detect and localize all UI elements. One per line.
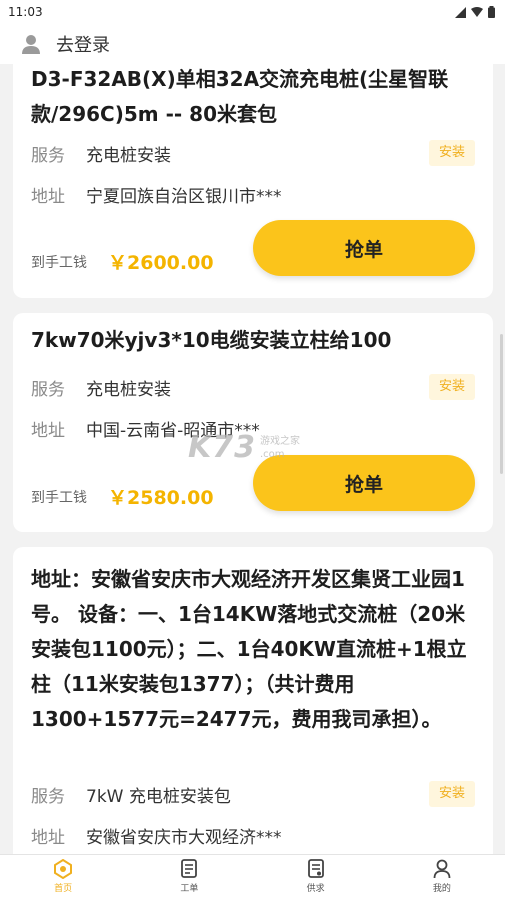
grab-order-button[interactable]: 抢单 <box>253 455 475 511</box>
service-value: 充电桩安装 <box>86 379 171 400</box>
status-icons <box>455 6 495 18</box>
service-row: 服务 充电桩安装 <box>31 138 475 168</box>
wage-label: 到手工钱 <box>31 255 87 271</box>
service-row: 服务 充电桩安装 <box>31 372 475 402</box>
signal-icon <box>455 6 466 18</box>
status-bar: 11:03 <box>0 0 505 24</box>
tab-bar: 首页 工单 供求 我的 <box>0 854 505 898</box>
install-tag: 安装 <box>428 140 475 166</box>
order-card[interactable]: 地址：安徽省安庆市大观经济开发区集贤工业园1号。 设备：一、1台14KW落地式交… <box>13 547 493 854</box>
tab-label: 我的 <box>432 884 451 894</box>
status-time: 11:03 <box>8 5 43 19</box>
battery-icon <box>488 6 495 18</box>
wifi-icon <box>471 7 483 17</box>
order-title: D3-F32AB(X)单相32A交流充电桩(尘星智联款/296C)5m -- 8… <box>31 67 449 126</box>
address-value: 安徽省安庆市大观经济*** <box>86 827 282 848</box>
tab-label: 工单 <box>180 884 199 894</box>
scrollbar[interactable] <box>500 334 503 474</box>
order-card[interactable]: D3-F32AB(X)单相32A交流充电桩(尘星智联款/296C)5m -- 8… <box>13 64 493 298</box>
header: 去登录 <box>0 24 505 64</box>
tab-supply-demand[interactable]: 供求 <box>253 855 379 898</box>
wage-value: ￥2600.00 <box>108 252 214 274</box>
avatar-icon[interactable] <box>20 33 42 55</box>
install-tag: 安装 <box>428 781 475 807</box>
work-order-icon <box>181 859 198 878</box>
address-label: 地址 <box>31 420 65 441</box>
service-value: 7kW 充电桩安装包 <box>86 786 231 807</box>
supply-demand-icon <box>307 859 324 878</box>
tab-profile[interactable]: 我的 <box>379 855 505 898</box>
order-list[interactable]: D3-F32AB(X)单相32A交流充电桩(尘星智联款/296C)5m -- 8… <box>0 64 505 854</box>
address-row: 地址 宁夏回族自治区银川市*** <box>31 179 475 209</box>
login-link[interactable]: 去登录 <box>56 31 110 57</box>
order-card[interactable]: 7kw70米yjv3*10电缆安装立柱给100 服务 充电桩安装 安装 地址 中… <box>13 313 493 532</box>
home-icon <box>54 859 73 879</box>
address-label: 地址 <box>31 827 65 848</box>
tab-work-order[interactable]: 工单 <box>126 855 252 898</box>
service-label: 服务 <box>31 786 65 807</box>
order-title: 地址：安徽省安庆市大观经济开发区集贤工业园1号。 设备：一、1台14KW落地式交… <box>31 567 467 731</box>
service-row: 服务 7kW 充电桩安装包 <box>31 779 475 809</box>
tab-home[interactable]: 首页 <box>0 855 126 898</box>
wage-value: ￥2580.00 <box>108 487 214 509</box>
address-row: 地址 中国-云南省-昭通市*** <box>31 413 475 443</box>
wage-label: 到手工钱 <box>31 490 87 506</box>
service-label: 服务 <box>31 145 65 166</box>
install-tag: 安装 <box>428 374 475 400</box>
tab-label: 供求 <box>306 884 325 894</box>
address-value: 中国-云南省-昭通市*** <box>86 420 260 441</box>
service-label: 服务 <box>31 379 65 400</box>
profile-icon <box>433 859 451 879</box>
address-row: 地址 安徽省安庆市大观经济*** <box>31 820 475 850</box>
address-label: 地址 <box>31 186 65 207</box>
address-value: 宁夏回族自治区银川市*** <box>86 186 282 207</box>
grab-order-button[interactable]: 抢单 <box>253 220 475 276</box>
service-value: 充电桩安装 <box>86 145 171 166</box>
order-title: 7kw70米yjv3*10电缆安装立柱给100 <box>31 328 392 352</box>
tab-label: 首页 <box>54 884 73 894</box>
